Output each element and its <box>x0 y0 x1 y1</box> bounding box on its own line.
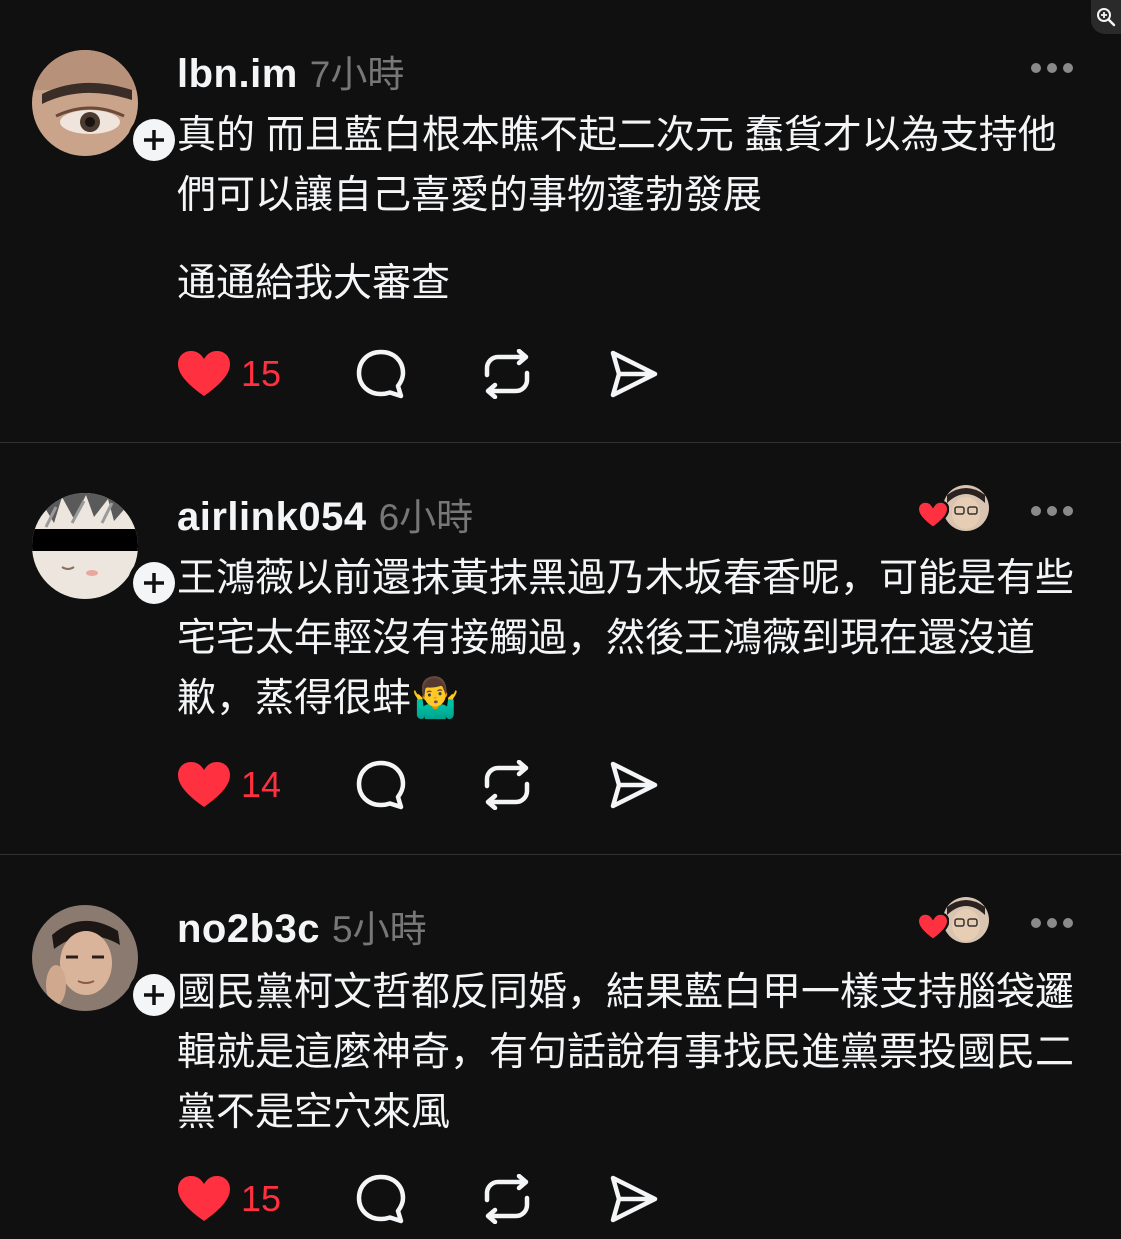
share-button[interactable] <box>607 1174 733 1224</box>
like-button[interactable]: 15 <box>177 1175 355 1223</box>
comment-icon <box>356 349 406 399</box>
post-text: 國民黨柯文哲都反同婚，結果藍白甲一樣支持腦袋邏輯就是這麼神奇，有句話說有事找民進… <box>177 971 1075 1134</box>
plus-icon <box>144 130 164 150</box>
share-button[interactable] <box>607 349 733 399</box>
comment-button[interactable] <box>355 348 481 400</box>
share-icon <box>610 761 658 809</box>
avatar-container[interactable] <box>32 905 180 1021</box>
like-count: 15 <box>241 353 282 394</box>
post-time: 6小時 <box>378 497 474 538</box>
avatar[interactable] <box>32 50 138 156</box>
reply-post: lbn.im 7小時 真的 而且藍白根本瞧不起二次元 蠢貨才以為支持他們可以讓自… <box>0 0 1121 443</box>
plus-icon <box>144 573 164 593</box>
comment-button[interactable] <box>355 759 481 811</box>
more-icon[interactable] <box>1031 62 1073 74</box>
heart-icon <box>178 1176 230 1221</box>
post-body: 真的 而且藍白根本瞧不起二次元 蠢貨才以為支持他們可以讓自己喜愛的事物蓬勃發展 … <box>177 106 1077 314</box>
reply-post: airlink054 6小時 王鴻薇以前還抹黃抹黑過乃木坂春香呢，可能是有些宅宅… <box>0 443 1121 855</box>
share-icon <box>610 1175 658 1223</box>
repost-button[interactable] <box>481 1174 607 1224</box>
username[interactable]: airlink054 <box>177 495 367 540</box>
post-body: 王鴻薇以前還抹黃抹黑過乃木坂春香呢，可能是有些宅宅太年輕沒有接觸過，然後王鴻薇到… <box>177 549 1077 729</box>
like-count: 14 <box>241 764 282 805</box>
follow-button[interactable] <box>128 969 180 1021</box>
repost-icon <box>484 760 530 810</box>
post-time: 5小時 <box>332 909 427 950</box>
follow-button[interactable] <box>128 114 180 166</box>
share-button[interactable] <box>607 760 733 810</box>
reply-post: no2b3c 5小時 國民黨柯文哲都反同婚，結果藍白甲一樣支持腦袋邏輯就是這麼神… <box>0 855 1121 1239</box>
post-header: no2b3c 5小時 <box>177 899 427 952</box>
like-button[interactable]: 14 <box>177 761 355 809</box>
post-text: 通通給我大審查 <box>177 262 451 305</box>
comment-icon <box>356 1174 406 1224</box>
post-time: 7小時 <box>309 54 405 95</box>
heart-icon <box>178 762 230 807</box>
comment-button[interactable] <box>355 1173 481 1225</box>
heart-icon <box>178 351 230 396</box>
more-icon[interactable] <box>1031 917 1073 929</box>
follow-button[interactable] <box>128 557 180 609</box>
repost-button[interactable] <box>481 349 607 399</box>
avatar[interactable] <box>32 493 138 599</box>
post-text: 真的 而且藍白根本瞧不起二次元 蠢貨才以為支持他們可以讓自己喜愛的事物蓬勃發展 <box>177 114 1057 217</box>
plus-icon <box>144 985 164 1005</box>
author-avatar <box>943 485 989 531</box>
post-header: airlink054 6小時 <box>177 487 473 540</box>
share-icon <box>610 350 658 398</box>
repost-icon <box>484 1174 530 1224</box>
repost-icon <box>484 349 530 399</box>
username[interactable]: lbn.im <box>177 52 298 97</box>
author-avatar <box>943 897 989 943</box>
post-body: 國民黨柯文哲都反同婚，結果藍白甲一樣支持腦袋邏輯就是這麼神奇，有句話說有事找民進… <box>177 963 1077 1143</box>
comment-icon <box>356 760 406 810</box>
avatar[interactable] <box>32 905 138 1011</box>
action-bar: 14 <box>177 757 733 813</box>
more-icon[interactable] <box>1031 505 1073 517</box>
heart-icon <box>917 913 949 941</box>
post-header: lbn.im 7小時 <box>177 44 404 97</box>
like-count: 15 <box>241 1178 282 1219</box>
post-text: 王鴻薇以前還抹黃抹黑過乃木坂春香呢，可能是有些宅宅太年輕沒有接觸過，然後王鴻薇到… <box>177 557 1075 720</box>
username[interactable]: no2b3c <box>177 907 320 952</box>
like-button[interactable]: 15 <box>177 350 355 398</box>
heart-icon <box>917 501 949 529</box>
author-liked-badge <box>917 897 989 945</box>
repost-button[interactable] <box>481 760 607 810</box>
avatar-container[interactable] <box>32 493 180 609</box>
action-bar: 15 <box>177 1171 733 1227</box>
action-bar: 15 <box>177 346 733 402</box>
avatar-container[interactable] <box>32 50 180 166</box>
author-liked-badge <box>917 485 989 533</box>
